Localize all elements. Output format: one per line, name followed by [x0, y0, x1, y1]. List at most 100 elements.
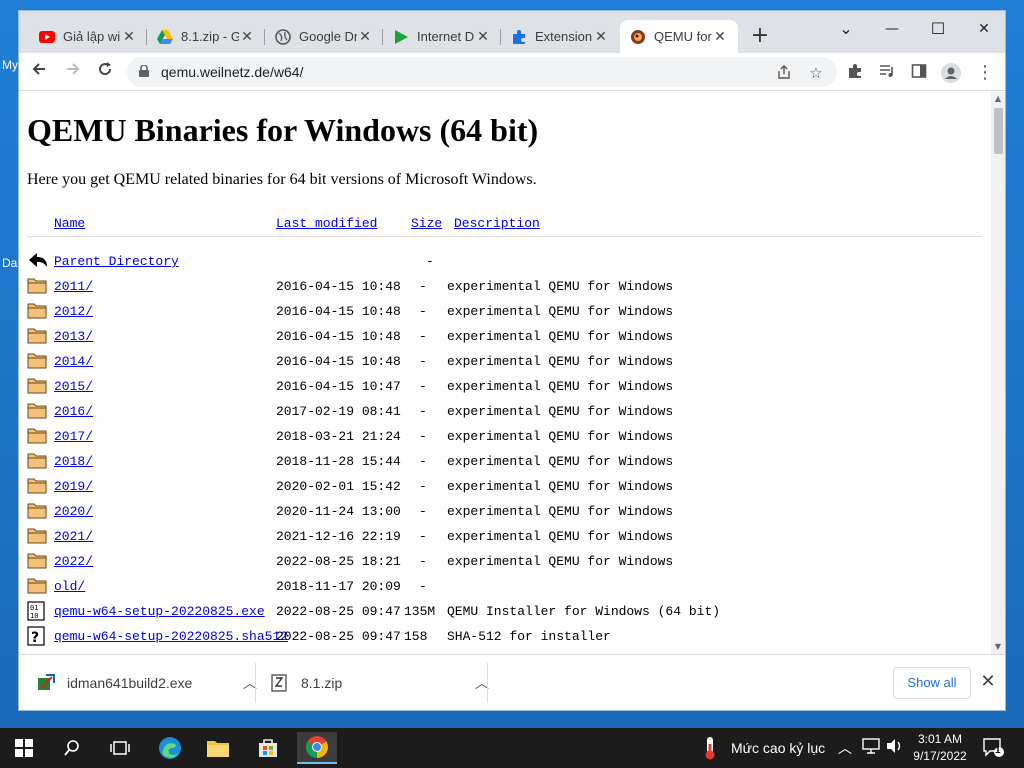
last-modified-cell: 2017-02-19 08:41: [276, 404, 401, 419]
page-scrollbar[interactable]: ▲ ▼: [991, 92, 1005, 654]
tab-close-icon[interactable]: ✕: [239, 28, 255, 45]
forward-button[interactable]: [61, 60, 85, 84]
sort-by-description-link[interactable]: Description: [454, 216, 540, 231]
system-clock[interactable]: 3:01 AM 9/17/2022: [908, 731, 972, 765]
scrollbar-thumb[interactable]: [994, 108, 1003, 154]
listing-row: Parent Directory -: [19, 253, 991, 279]
sort-by-date-link[interactable]: Last modified: [276, 216, 377, 231]
listing-link[interactable]: 2014/: [54, 354, 93, 369]
weather-text[interactable]: Mức cao kỷ lục: [731, 740, 825, 756]
network-icon[interactable]: [862, 738, 880, 757]
tab-label: Giả lập wi: [63, 29, 121, 44]
column-header-size[interactable]: Size: [411, 216, 442, 232]
chevron-up-icon[interactable]: ︿: [838, 738, 852, 758]
start-button[interactable]: [4, 732, 44, 764]
maximize-button[interactable]: ☐: [915, 15, 961, 43]
listing-link[interactable]: 2017/: [54, 429, 93, 444]
address-bar[interactable]: qemu.weilnetz.de/w64/ ☆: [127, 57, 837, 87]
profile-avatar-icon[interactable]: [941, 63, 961, 83]
listing-link[interactable]: qemu-w64-setup-20220825.sha512: [54, 629, 288, 644]
tab-google-drive-2[interactable]: Google Dr ✕: [265, 20, 383, 53]
tab-close-icon[interactable]: ✕: [357, 28, 373, 45]
store-taskbar-button[interactable]: [248, 732, 288, 764]
sort-by-size-link[interactable]: Size: [411, 216, 442, 231]
chrome-taskbar-button[interactable]: [297, 732, 337, 764]
media-control-icon[interactable]: [877, 63, 897, 83]
description-cell: experimental QEMU for Windows: [447, 379, 674, 394]
scroll-down-arrow-icon[interactable]: ▼: [993, 642, 1003, 652]
extensions-puzzle-icon[interactable]: [845, 63, 865, 83]
volume-icon[interactable]: [886, 738, 904, 757]
tab-extensions[interactable]: Extension ✕: [501, 20, 619, 53]
reload-button[interactable]: [93, 60, 117, 84]
tab-google-drive[interactable]: 8.1.zip - G ✕: [147, 20, 265, 53]
notification-center-button[interactable]: 1: [982, 736, 1004, 758]
listing-link[interactable]: 2011/: [54, 279, 93, 294]
listing-link[interactable]: qemu-w64-setup-20220825.exe: [54, 604, 265, 619]
minimize-button[interactable]: —: [869, 15, 915, 43]
column-header-description[interactable]: Description: [454, 216, 540, 232]
folder-icon: [27, 301, 47, 321]
task-view-button[interactable]: [100, 732, 140, 764]
url-text[interactable]: qemu.weilnetz.de/w64/: [161, 64, 303, 80]
idm-installer-icon: [37, 674, 55, 692]
tab-close-icon[interactable]: ✕: [712, 28, 728, 45]
svg-text:01: 01: [30, 604, 38, 612]
listing-link[interactable]: 2013/: [54, 329, 93, 344]
listing-link[interactable]: 2019/: [54, 479, 93, 494]
listing-link[interactable]: 2021/: [54, 529, 93, 544]
share-icon[interactable]: [775, 64, 793, 82]
back-button[interactable]: [27, 60, 51, 84]
folder-icon: [27, 401, 47, 421]
new-tab-button[interactable]: +: [749, 25, 771, 48]
page-intro: Here you get QEMU related binaries for 6…: [27, 171, 537, 188]
bookmark-star-icon[interactable]: ☆: [807, 64, 825, 82]
download-bar: idman641build2.exe ︿ 8.1.zip ︿ Show all …: [19, 654, 1005, 710]
listing-row: 01 10 qemu-w64-setup-20220825.exe 2022-08-2…: [19, 601, 991, 629]
sort-by-name-link[interactable]: Name: [54, 216, 85, 231]
description-cell: experimental QEMU for Windows: [447, 454, 674, 469]
close-window-button[interactable]: ✕: [961, 15, 1007, 43]
tab-search-button[interactable]: ⌄: [823, 15, 869, 43]
side-panel-icon[interactable]: [909, 63, 929, 83]
download-item-zip[interactable]: 8.1.zip ︿: [271, 655, 489, 711]
scroll-up-arrow-icon[interactable]: ▲: [993, 94, 1003, 104]
column-header-last-modified[interactable]: Last modified: [276, 216, 377, 232]
description-cell: experimental QEMU for Windows: [447, 554, 674, 569]
desktop-icon-label[interactable]: Da: [2, 256, 17, 270]
tab-close-icon[interactable]: ✕: [121, 28, 137, 45]
listing-link[interactable]: 2022/: [54, 554, 93, 569]
listing-row: ? qemu-w64-setup-20220825.sha512 2022-08-2…: [19, 626, 991, 654]
listing-link[interactable]: 2012/: [54, 304, 93, 319]
more-menu-icon[interactable]: ⋮: [975, 63, 995, 83]
tab-close-icon[interactable]: ✕: [475, 28, 491, 45]
listing-link[interactable]: old/: [54, 579, 85, 594]
tab-label: 8.1.zip - G: [181, 29, 239, 44]
tab-close-icon[interactable]: ✕: [593, 28, 609, 45]
edge-taskbar-button[interactable]: [150, 732, 190, 764]
tab-youtube[interactable]: Giả lập wi ✕: [29, 20, 147, 53]
file-explorer-taskbar-button[interactable]: [198, 732, 238, 764]
desktop-icon-label[interactable]: My: [2, 58, 18, 72]
size-cell: 135M: [404, 604, 436, 619]
listing-link[interactable]: 2015/: [54, 379, 93, 394]
tab-internet-download[interactable]: Internet D ✕: [383, 20, 501, 53]
listing-link[interactable]: 2016/: [54, 404, 93, 419]
last-modified-cell: 2018-11-28 15:44: [276, 454, 401, 469]
tab-label: Extension: [535, 29, 593, 44]
listing-link[interactable]: Parent Directory: [54, 254, 179, 269]
tab-qemu[interactable]: QEMU for ✕: [620, 20, 738, 53]
listing-link[interactable]: 2020/: [54, 504, 93, 519]
last-modified-cell: 2022-08-25 09:47: [276, 604, 401, 619]
svg-text:?: ?: [31, 630, 39, 646]
lock-icon[interactable]: [139, 65, 149, 77]
weather-widget[interactable]: [692, 732, 728, 764]
show-all-downloads-button[interactable]: Show all: [893, 667, 971, 699]
windows-logo-icon: [15, 739, 33, 757]
column-header-name[interactable]: Name: [54, 216, 85, 232]
folder-icon: [27, 451, 47, 471]
close-download-bar-icon[interactable]: ✕: [977, 671, 999, 693]
listing-link[interactable]: 2018/: [54, 454, 93, 469]
download-item-idman[interactable]: idman641build2.exe ︿: [37, 655, 257, 711]
search-button[interactable]: [52, 732, 92, 764]
